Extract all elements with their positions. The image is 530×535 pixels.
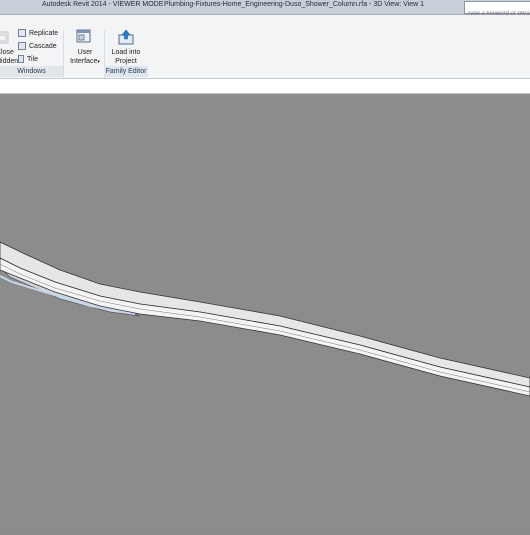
user-interface-label-1: User	[77, 49, 93, 56]
tile-button[interactable]: Tile	[18, 55, 38, 63]
load-into-project-button[interactable]: Load into Project	[106, 48, 146, 66]
user-interface-icon	[76, 29, 92, 45]
chevron-down-icon: ▾	[97, 59, 100, 65]
close-hidden-icon	[0, 30, 10, 46]
load-into-project-label-1: Load into	[111, 49, 141, 56]
windows-panel-title: Windows	[0, 66, 63, 77]
close-hidden-label-2: Hidden	[0, 58, 19, 65]
family-editor-panel-title: Family Editor	[104, 66, 148, 77]
close-hidden-button[interactable]: Close Hidden	[0, 48, 19, 66]
tile-label: Tile	[27, 55, 39, 63]
search-box[interactable]	[464, 1, 530, 19]
cascade-button[interactable]: Cascade	[18, 42, 57, 50]
cascade-label: Cascade	[29, 42, 57, 50]
3d-viewport[interactable]	[0, 94, 530, 530]
shower-column-model	[0, 241, 530, 397]
load-into-project-icon	[118, 29, 134, 45]
replicate-icon	[18, 29, 26, 37]
load-into-project-label-2: Project	[115, 58, 137, 65]
cascade-icon	[18, 42, 26, 50]
ribbon-separator	[63, 30, 64, 78]
replicate-button[interactable]: Replicate	[18, 29, 58, 37]
user-interface-label-2: Interface	[70, 58, 98, 65]
close-hidden-label-1: Close	[0, 49, 14, 56]
tile-icon	[18, 55, 24, 63]
user-interface-button[interactable]: User Interface▾	[67, 48, 103, 67]
title-bar: Autodesk Revit 2014 - VIEWER MODE - Plum…	[0, 0, 530, 19]
app-title: Autodesk Revit 2014 - VIEWER MODE -	[42, 1, 168, 8]
ribbon: Close Hidden Replicate Cascade Tile User…	[0, 15, 530, 79]
model-top-face	[0, 241, 530, 388]
document-title: Plumbing-Fixtures-Home_Engineering-Duso_…	[164, 1, 425, 8]
options-bar	[0, 79, 530, 94]
replicate-label: Replicate	[29, 29, 59, 37]
